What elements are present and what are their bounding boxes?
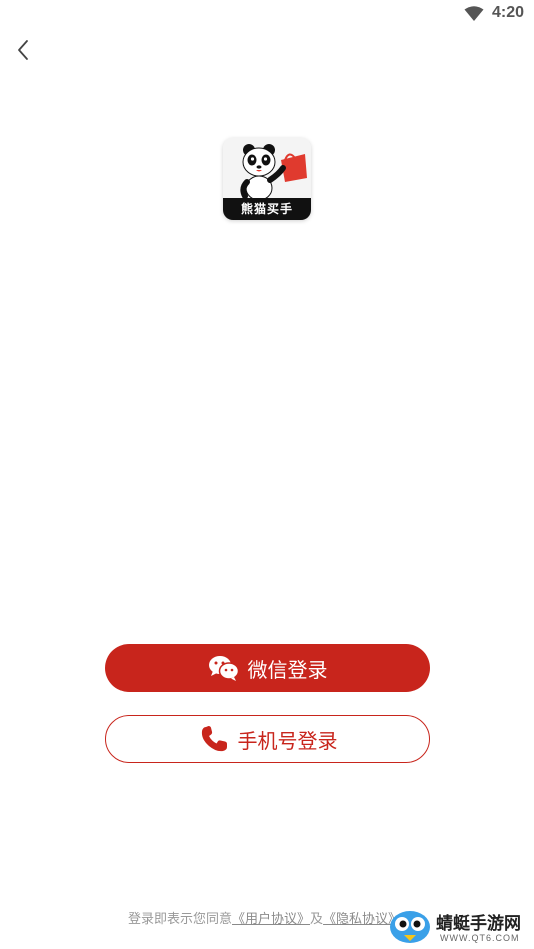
agreement-conjunction: 及 [310, 912, 324, 927]
logo-wordmark: 熊猫买手 [223, 198, 311, 220]
status-time: 4:20 [491, 4, 524, 21]
chevron-left-icon [16, 39, 30, 65]
wifi-icon [464, 6, 484, 22]
wechat-icon [208, 654, 240, 682]
phone-login-button[interactable]: 手机号登录 [105, 715, 430, 763]
agreement-notice: 登录即表示您同意《用户协议》及《隐私协议》 [128, 908, 401, 927]
wechat-login-button[interactable]: 微信登录 [105, 644, 430, 692]
back-button[interactable] [10, 38, 36, 66]
watermark-url: WWW.QT6.COM [440, 933, 520, 943]
app-logo: 熊猫买手 [223, 138, 311, 220]
watermark: 蜻蜓手游网 WWW.QT6.COM [388, 903, 528, 947]
watermark-title: 蜻蜓手游网 [436, 914, 521, 934]
phone-login-label: 手机号登录 [237, 728, 338, 753]
wechat-login-label: 微信登录 [247, 657, 328, 682]
status-bar: 4:20 [0, 0, 534, 30]
phone-icon [198, 725, 230, 753]
agreement-prefix: 登录即表示您同意 [128, 912, 233, 927]
user-agreement-link[interactable]: 《用户协议》 [232, 912, 310, 927]
panda-logo-icon [223, 138, 311, 198]
dragonfly-logo-icon [390, 911, 430, 943]
